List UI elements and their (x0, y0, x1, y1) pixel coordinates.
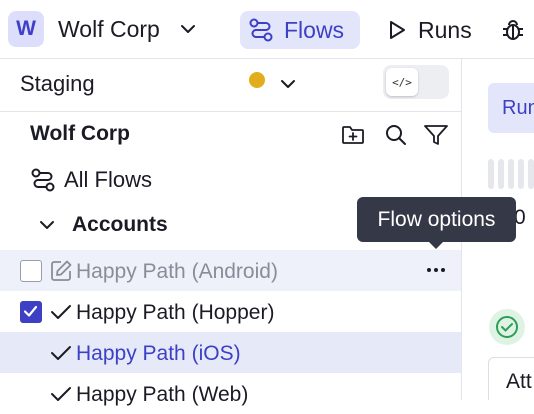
play-icon (386, 19, 408, 41)
success-check-icon (489, 309, 525, 345)
environment-status-dot (249, 72, 265, 88)
all-flows-label: All Flows (64, 167, 153, 192)
workspace-name[interactable]: Wolf Corp (58, 16, 160, 43)
flow-checkbox[interactable] (20, 301, 42, 323)
workspace-badge[interactable]: W (8, 11, 44, 47)
flow-options-tooltip: Flow options (357, 197, 516, 242)
flow-row[interactable]: Happy Path (iOS) (0, 332, 461, 373)
tab-flows[interactable]: Flows (240, 11, 360, 49)
chevron-down-icon[interactable] (178, 19, 198, 39)
checkmark-icon (49, 300, 73, 324)
environment-selector[interactable]: Staging </> (0, 59, 461, 112)
search-icon[interactable] (383, 122, 409, 148)
code-view-toggle[interactable]: </> (383, 65, 449, 99)
tab-flows-label: Flows (284, 16, 345, 43)
chevron-down-icon[interactable] (38, 216, 56, 234)
flow-checkbox[interactable] (20, 260, 42, 282)
flows-icon (30, 167, 56, 193)
code-icon: </> (386, 68, 418, 96)
flow-label: Happy Path (Web) (76, 383, 249, 406)
edit-icon[interactable] (49, 259, 73, 283)
checkmark-icon (49, 341, 73, 365)
tab-runs[interactable]: Runs (378, 11, 478, 49)
folder-accounts[interactable]: Accounts (38, 210, 168, 240)
flow-label: Happy Path (Hopper) (76, 301, 275, 324)
attributes-box[interactable]: Att (488, 357, 534, 400)
flow-row[interactable]: Happy Path (Hopper) (0, 291, 461, 332)
environment-name: Staging (20, 71, 95, 96)
tab-runs-label: Runs (418, 16, 472, 43)
top-bar: W Wolf Corp Flows Runs (0, 0, 534, 59)
more-options-icon[interactable] (422, 258, 450, 282)
run-button[interactable]: Run (488, 83, 534, 133)
flow-row[interactable]: Happy Path (Android) (0, 250, 461, 291)
new-folder-icon[interactable] (340, 122, 366, 148)
tooltip-arrow (428, 241, 444, 249)
bug-icon (500, 17, 526, 43)
chevron-down-icon[interactable] (278, 74, 298, 94)
flow-label: Happy Path (iOS) (76, 342, 241, 365)
tab-issues[interactable] (500, 11, 534, 49)
flow-row[interactable]: Happy Path (Web) (0, 373, 461, 414)
flows-icon (248, 17, 274, 43)
folder-label: Accounts (72, 213, 168, 236)
checkmark-icon (49, 382, 73, 406)
org-title: Wolf Corp (30, 122, 130, 145)
all-flows-link[interactable]: All Flows (30, 165, 152, 195)
filter-icon[interactable] (423, 122, 449, 148)
flow-label: Happy Path (Android) (76, 260, 278, 283)
